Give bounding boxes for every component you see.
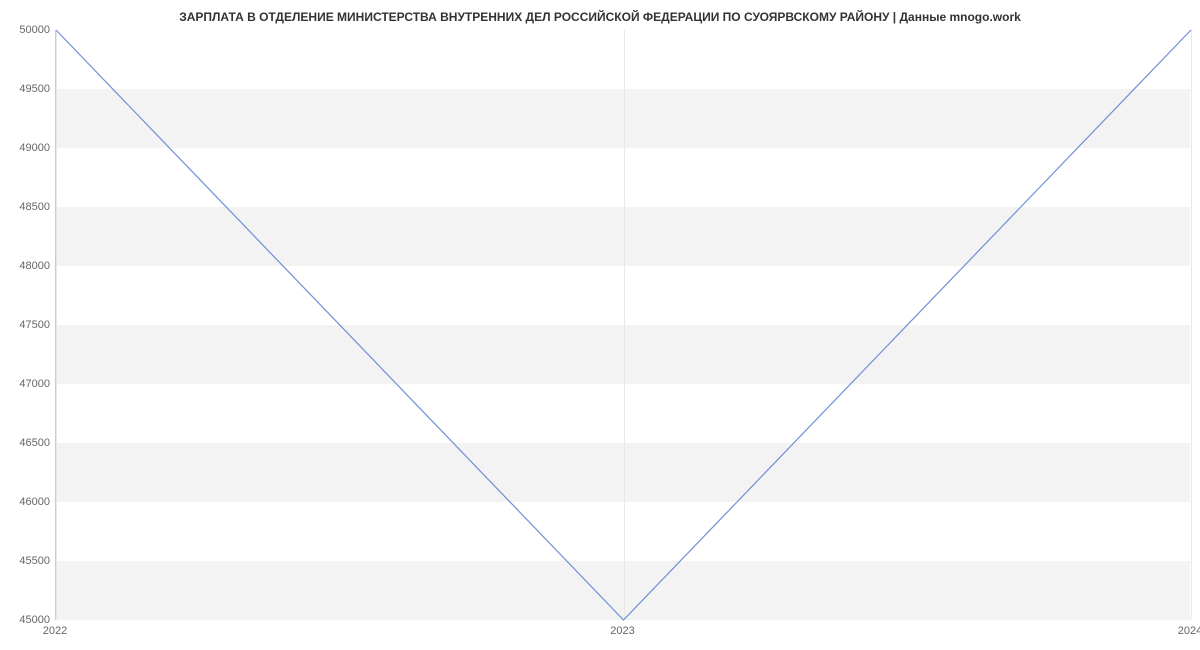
x-tick-label: 2023 xyxy=(610,625,634,637)
y-tick-label: 47000 xyxy=(5,378,50,390)
y-tick-label: 46000 xyxy=(5,496,50,508)
y-tick-label: 49000 xyxy=(5,142,50,154)
y-tick-label: 46500 xyxy=(5,437,50,449)
y-tick-label: 47500 xyxy=(5,319,50,331)
x-tick-label: 2022 xyxy=(43,625,67,637)
plot-area xyxy=(55,30,1190,620)
chart-title: ЗАРПЛАТА В ОТДЕЛЕНИЕ МИНИСТЕРСТВА ВНУТРЕ… xyxy=(0,10,1200,24)
y-tick-label: 48000 xyxy=(5,260,50,272)
y-tick-label: 45500 xyxy=(5,555,50,567)
y-tick-label: 50000 xyxy=(5,24,50,36)
line-chart-svg xyxy=(56,30,1190,619)
y-tick-label: 48500 xyxy=(5,201,50,213)
y-tick-label: 49500 xyxy=(5,83,50,95)
x-tick-label: 2024 xyxy=(1178,625,1200,637)
v-gridline xyxy=(1191,30,1192,619)
data-series-line xyxy=(56,30,1191,620)
